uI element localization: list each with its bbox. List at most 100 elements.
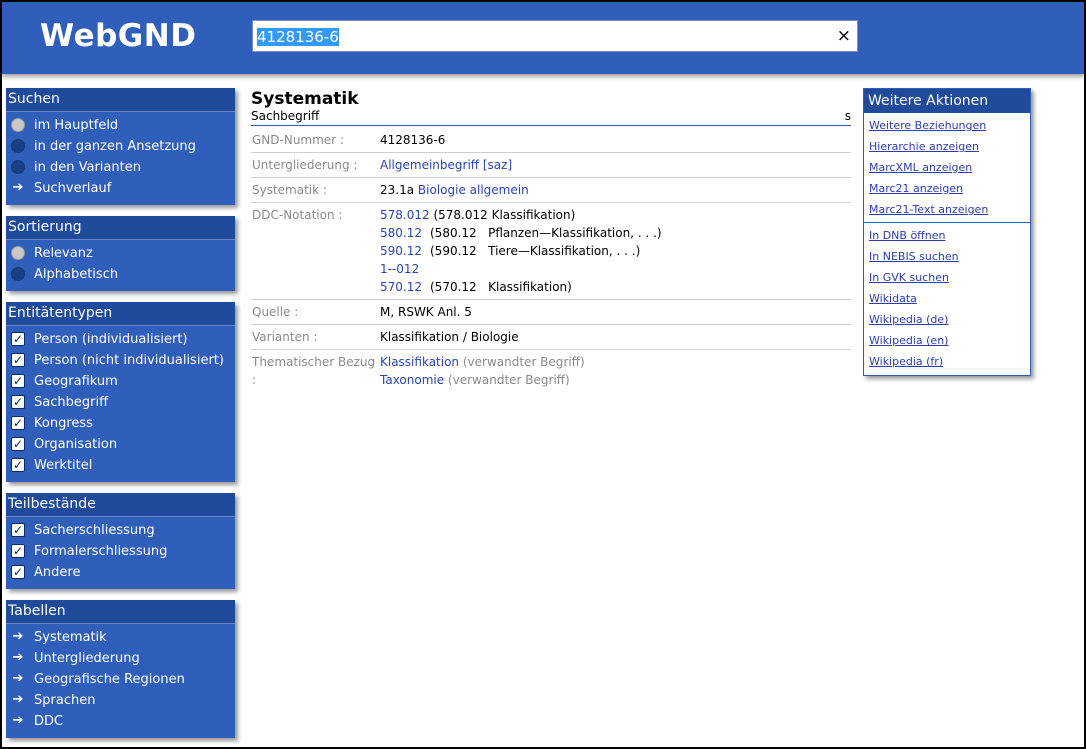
action-hierarchie-anzeigen[interactable]: Hierarchie anzeigen — [864, 136, 1030, 157]
gnd-number-value: 4128136-6 — [380, 133, 446, 147]
action-wikidata[interactable]: Wikidata — [864, 288, 1030, 309]
action-wikipedia-fr[interactable]: Wikipedia (fr) — [864, 351, 1030, 372]
option-label: Relevanz — [34, 246, 93, 261]
bezug-link[interactable]: Taxonomie — [380, 373, 444, 387]
record-detail: Systematik Sachbegriff s GND-Nummer : 41… — [251, 89, 851, 392]
table-row: DDC-Notation : 578.012 (578.012 Klassifi… — [251, 203, 851, 300]
ddc-code-link[interactable]: 590.12 — [380, 242, 430, 260]
checkbox-checked-icon[interactable]: ✓ — [11, 437, 25, 451]
field-label: Thematischer Bezug : — [252, 355, 376, 387]
panel-sortierung: Sortierung Relevanz Alphabetisch — [6, 216, 235, 291]
field-label: Untergliederung : — [252, 158, 358, 172]
tabellen-link-sprachen[interactable]: ➔ Sprachen — [6, 690, 235, 711]
tabellen-link-ddc[interactable]: ➔ DDC — [6, 711, 235, 732]
radio-icon[interactable] — [11, 267, 25, 281]
panel-teilbestaende-title: Teilbestände — [6, 493, 235, 517]
table-row: Untergliederung : Allgemeinbegriff [saz] — [251, 153, 851, 178]
arrow-right-icon: ➔ — [12, 671, 24, 686]
ddc-code-link[interactable]: 580.12 — [380, 224, 430, 242]
radio-icon[interactable] — [11, 118, 25, 132]
filter-andere[interactable]: ✓ Andere — [6, 562, 235, 583]
checkbox-checked-icon[interactable]: ✓ — [11, 544, 25, 558]
option-label: Sacherschliessung — [34, 523, 155, 538]
search-option-hauptfeld[interactable]: im Hauptfeld — [6, 115, 235, 136]
filter-organisation[interactable]: ✓ Organisation — [6, 434, 235, 455]
radio-icon[interactable] — [11, 246, 25, 260]
option-label: Werktitel — [34, 458, 93, 473]
arrow-right-icon: ➔ — [12, 180, 24, 195]
table-row: Systematik : 23.1a Biologie allgemein — [251, 178, 851, 203]
action-gvk-suchen[interactable]: In GVK suchen — [864, 267, 1030, 288]
filter-formalerschliessung[interactable]: ✓ Formalerschliessung — [6, 541, 235, 562]
checkbox-checked-icon[interactable]: ✓ — [11, 353, 25, 367]
filter-sacherschliessung[interactable]: ✓ Sacherschliessung — [6, 520, 235, 541]
filter-person-nicht-individualisiert[interactable]: ✓ Person (nicht individualisiert) — [6, 350, 235, 371]
panel-teilbestaende: Teilbestände ✓ Sacherschliessung ✓ Formale… — [6, 493, 235, 589]
ddc-code-link[interactable]: 1--012 — [380, 262, 419, 276]
action-wikipedia-de[interactable]: Wikipedia (de) — [864, 309, 1030, 330]
clear-search-icon[interactable]: × — [837, 26, 851, 46]
arrow-right-icon: ➔ — [12, 629, 24, 644]
search-option-varianten[interactable]: in den Varianten — [6, 157, 235, 178]
tabellen-link-systematik[interactable]: ➔ Systematik — [6, 627, 235, 648]
option-label: in der ganzen Ansetzung — [34, 139, 196, 154]
checkbox-checked-icon[interactable]: ✓ — [11, 395, 25, 409]
field-label: Systematik : — [252, 183, 327, 197]
bezug-entry: Taxonomie (verwandter Begriff) — [380, 371, 851, 389]
checkbox-checked-icon[interactable]: ✓ — [11, 458, 25, 472]
filter-sachbegriff[interactable]: ✓ Sachbegriff — [6, 392, 235, 413]
filter-kongress[interactable]: ✓ Kongress — [6, 413, 235, 434]
table-row: GND-Nummer : 4128136-6 — [251, 128, 851, 153]
search-input-value: 4128136-6 — [257, 28, 339, 46]
ddc-entry: 570.12 (570.12 Klassifikation) — [380, 278, 851, 296]
ddc-entry: 580.12 (580.12 Pflanzen—Klassifikation, .… — [380, 224, 851, 242]
checkbox-checked-icon[interactable]: ✓ — [11, 374, 25, 388]
search-box[interactable]: 4128136-6 × — [252, 20, 858, 52]
ddc-code-link[interactable]: 578.012 — [380, 208, 430, 222]
quelle-value: M, RSWK Anl. 5 — [380, 305, 472, 319]
field-label: Varianten : — [252, 330, 318, 344]
table-row: Thematischer Bezug : Klassifikation (ver… — [251, 350, 851, 393]
bezug-note: (verwandter Begriff) — [447, 373, 570, 387]
filter-werktitel[interactable]: ✓ Werktitel — [6, 455, 235, 476]
action-weitere-beziehungen[interactable]: Weitere Beziehungen — [864, 115, 1030, 136]
checkbox-checked-icon[interactable]: ✓ — [11, 416, 25, 430]
action-wikipedia-en[interactable]: Wikipedia (en) — [864, 330, 1030, 351]
action-dnb-oeffnen[interactable]: In DNB öffnen — [864, 225, 1030, 246]
search-option-ganze-ansetzung[interactable]: in der ganzen Ansetzung — [6, 136, 235, 157]
field-label: Quelle : — [252, 305, 299, 319]
tabellen-link-untergliederung[interactable]: ➔ Untergliederung — [6, 648, 235, 669]
entity-type-row: Sachbegriff s — [251, 109, 851, 126]
action-marc21-text-anzeigen[interactable]: Marc21-Text anzeigen — [864, 199, 1030, 220]
bezug-note: (verwandter Begriff) — [462, 355, 585, 369]
sort-option-alphabetisch[interactable]: Alphabetisch — [6, 264, 235, 285]
untergliederung-link[interactable]: Allgemeinbegriff [saz] — [380, 158, 512, 172]
logo[interactable]: WebGND — [40, 18, 196, 54]
radio-icon[interactable] — [11, 160, 25, 174]
option-label: Geografikum — [34, 374, 118, 389]
checkbox-checked-icon[interactable]: ✓ — [11, 332, 25, 346]
checkbox-checked-icon[interactable]: ✓ — [11, 523, 25, 537]
action-nebis-suchen[interactable]: In NEBIS suchen — [864, 246, 1030, 267]
table-row: Quelle : M, RSWK Anl. 5 — [251, 300, 851, 325]
radio-icon[interactable] — [11, 139, 25, 153]
action-marc21-anzeigen[interactable]: Marc21 anzeigen — [864, 178, 1030, 199]
panel-entitaetentypen: Entitätentypen ✓ Person (individualisiert… — [6, 302, 235, 482]
option-label: Systematik — [34, 630, 107, 645]
checkbox-checked-icon[interactable]: ✓ — [11, 565, 25, 579]
ddc-text: (580.12 Pflanzen—Klassifikation, . . .) — [430, 226, 662, 240]
filter-geografikum[interactable]: ✓ Geografikum — [6, 371, 235, 392]
panel-suchen-title: Suchen — [6, 88, 235, 112]
panel-sortierung-title: Sortierung — [6, 216, 235, 240]
bezug-link[interactable]: Klassifikation — [380, 355, 459, 369]
suchverlauf-link[interactable]: ➔ Suchverlauf — [6, 178, 235, 199]
filter-person-individualisiert[interactable]: ✓ Person (individualisiert) — [6, 329, 235, 350]
tabellen-link-geografische-regionen[interactable]: ➔ Geografische Regionen — [6, 669, 235, 690]
ddc-code-link[interactable]: 570.12 — [380, 278, 430, 296]
ddc-entry: 590.12 (590.12 Tiere—Klassifikation, . . … — [380, 242, 851, 260]
option-label: Kongress — [34, 416, 93, 431]
sort-option-relevanz[interactable]: Relevanz — [6, 243, 235, 264]
systematik-link[interactable]: Biologie allgemein — [418, 183, 529, 197]
action-marcxml-anzeigen[interactable]: MarcXML anzeigen — [864, 157, 1030, 178]
search-input[interactable]: 4128136-6 — [257, 28, 339, 46]
